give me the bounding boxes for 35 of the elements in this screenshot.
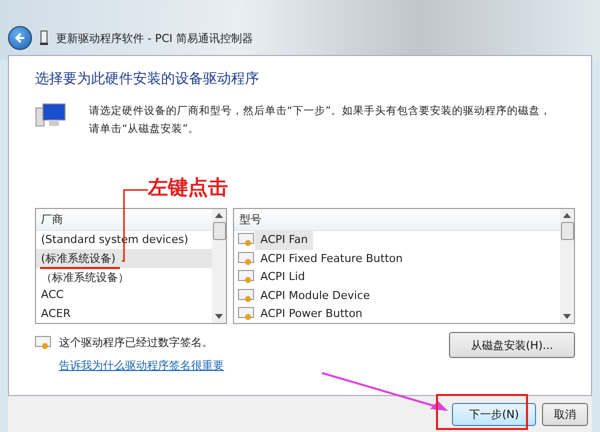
model-item[interactable]: ACPI Fixed Feature Button <box>255 250 408 268</box>
scrollbar-thumb[interactable] <box>560 222 574 240</box>
manufacturer-item[interactable]: ACC <box>36 286 212 305</box>
scrollbar[interactable] <box>212 209 226 323</box>
model-item[interactable]: ACPI Lid <box>255 268 310 286</box>
scroll-down-icon <box>563 314 571 319</box>
scroll-up-icon <box>563 213 571 218</box>
device-icon <box>40 30 48 46</box>
cancel-button[interactable]: 取消 <box>542 402 588 426</box>
certificate-icon <box>238 270 254 284</box>
arrow-left-icon <box>13 31 27 45</box>
certificate-icon <box>35 336 51 350</box>
next-button[interactable]: 下一步(N) <box>452 402 536 426</box>
have-disk-button[interactable]: 从磁盘安装(H)... <box>449 332 575 358</box>
window-title: 更新驱动程序软件 - PCI 简易通讯控制器 <box>56 30 254 46</box>
certificate-icon <box>238 307 254 322</box>
manufacturer-item[interactable]: ACER <box>36 304 212 323</box>
scrollbar-thumb[interactable] <box>212 222 226 240</box>
instruction-text: 请选定硬件设备的厂商和型号，然后单击“下一步”。如果手头有包含要安装的驱动程序的磁盘，请单击“从磁盘安装”。 <box>89 104 551 137</box>
model-item[interactable]: ACPI Module Device <box>255 286 375 305</box>
signature-note: 这个驱动程序已经过数字签名。 <box>59 335 213 350</box>
scroll-down-icon <box>215 314 224 319</box>
manufacturer-item[interactable]: (标准系统设备) <box>36 249 212 268</box>
signature-help-link[interactable]: 告诉我为什么驱动程序签名很重要 <box>59 358 224 373</box>
annotation-label: 左键点击 <box>148 174 228 201</box>
certificate-icon <box>238 233 254 248</box>
manufacturer-item[interactable]: （标准系统设备） <box>36 268 212 286</box>
model-item[interactable]: ACPI Power Button <box>255 305 368 323</box>
scrollbar[interactable] <box>560 209 574 323</box>
certificate-icon <box>238 252 254 266</box>
page-heading: 选择要为此硬件安装的设备驱动程序 <box>35 70 260 88</box>
model-item[interactable]: ACPI Fan <box>255 231 313 250</box>
column-header: 厂商 <box>36 209 212 231</box>
scroll-up-icon <box>215 213 224 218</box>
certificate-icon <box>238 288 254 303</box>
